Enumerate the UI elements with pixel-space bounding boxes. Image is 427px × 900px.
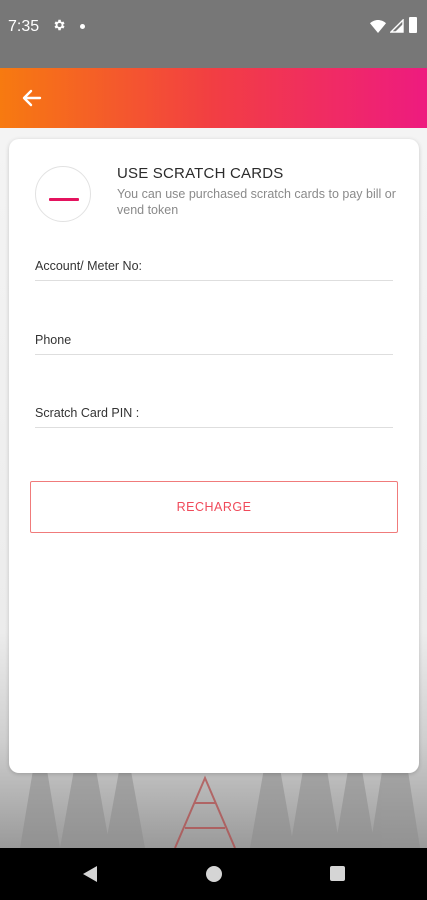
status-bar: 7:35 bbox=[0, 0, 427, 68]
arrow-left-icon[interactable] bbox=[20, 86, 44, 110]
account-meter-field[interactable]: Account/ Meter No: bbox=[35, 255, 393, 281]
scratch-pin-input[interactable] bbox=[35, 402, 393, 427]
battery-icon bbox=[409, 17, 417, 33]
home-circle-icon[interactable] bbox=[206, 866, 222, 882]
account-meter-input[interactable] bbox=[35, 255, 393, 280]
card-subtitle: You can use purchased scratch cards to p… bbox=[117, 187, 396, 217]
phone-input[interactable] bbox=[35, 329, 393, 354]
card-title: USE SCRATCH CARDS bbox=[117, 165, 284, 182]
signal-icon bbox=[390, 19, 404, 33]
icon-circle bbox=[35, 166, 91, 222]
wifi-icon bbox=[370, 20, 386, 33]
status-time: 7:35 bbox=[8, 18, 40, 35]
minus-icon bbox=[49, 198, 79, 201]
app-bar bbox=[0, 68, 427, 128]
notification-dot-icon bbox=[80, 24, 85, 29]
back-triangle-icon[interactable] bbox=[82, 865, 98, 883]
phone-field[interactable]: Phone bbox=[35, 329, 393, 355]
scratch-card-panel: USE SCRATCH CARDS You can use purchased … bbox=[9, 139, 419, 773]
gear-icon bbox=[54, 19, 65, 31]
recharge-button[interactable]: RECHARGE bbox=[30, 481, 398, 533]
scratch-pin-field[interactable]: Scratch Card PIN : bbox=[35, 402, 393, 428]
recents-square-icon[interactable] bbox=[330, 866, 345, 881]
system-nav-bar bbox=[0, 848, 427, 900]
